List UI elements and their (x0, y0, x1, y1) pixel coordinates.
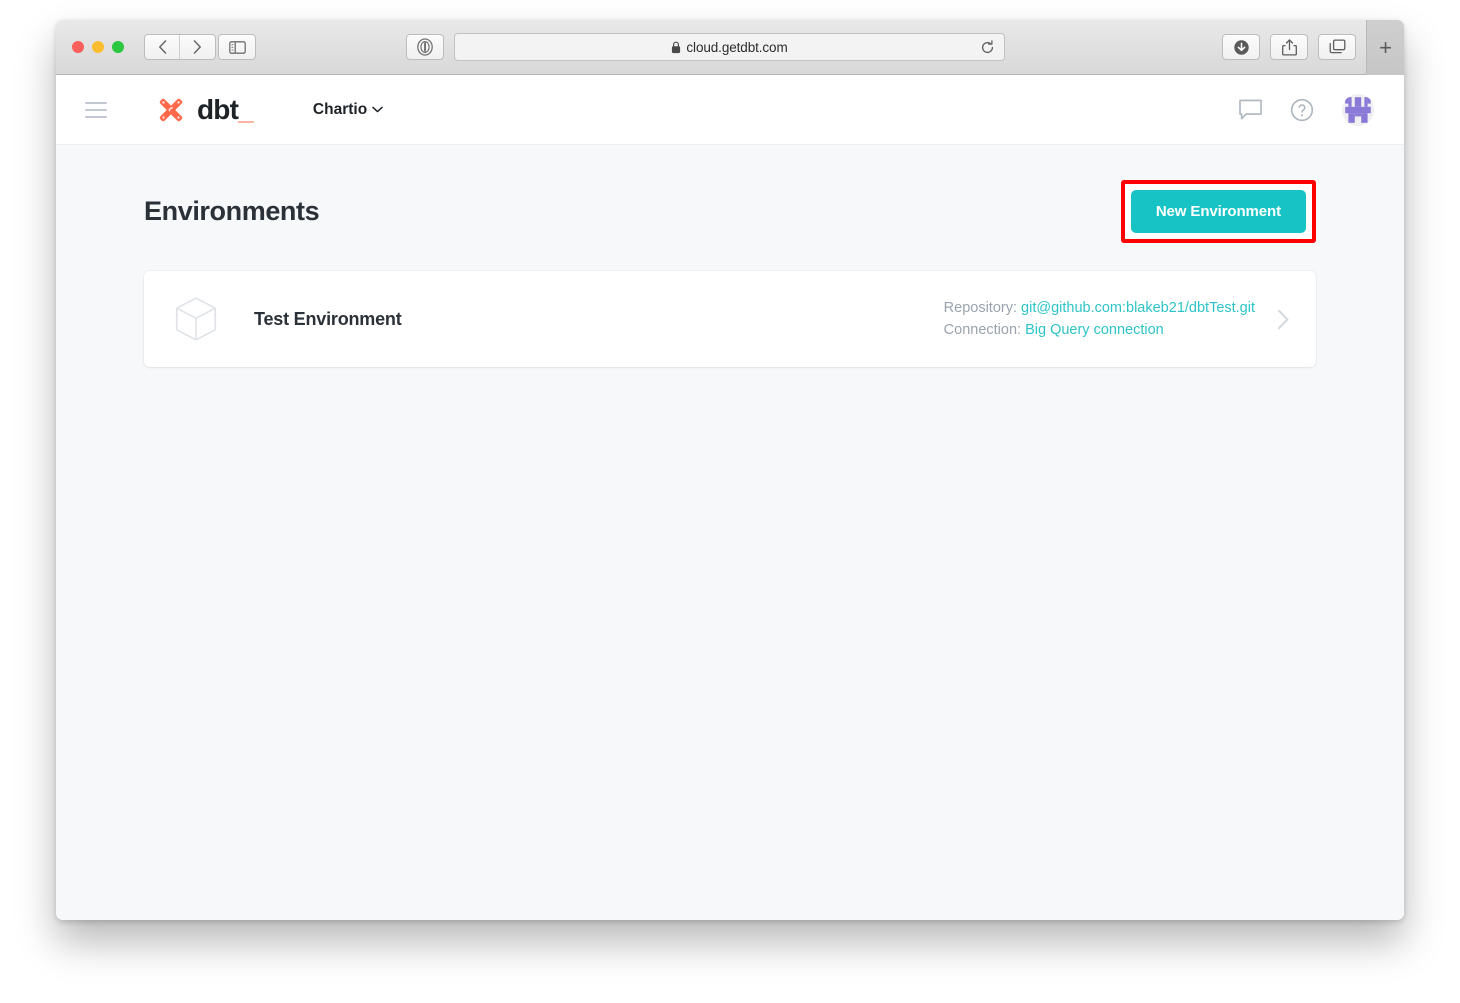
zoom-window-button[interactable] (112, 41, 124, 53)
show-tabs-icon (1329, 39, 1345, 54)
account-switcher[interactable]: Chartio (313, 101, 383, 119)
chat-bubble-icon (1239, 99, 1262, 119)
environment-meta: Repository: git@github.com:blakeb21/dbtT… (944, 297, 1255, 342)
new-tab-button[interactable]: + (1366, 20, 1404, 75)
new-tab-label: + (1379, 34, 1392, 60)
connection-row: Connection: Big Query connection (944, 319, 1255, 341)
window-traffic-lights (72, 41, 124, 53)
logo-word: dbt (197, 93, 239, 125)
help-circle-icon (1290, 98, 1314, 121)
browser-toolbar: cloud.getdbt.com + (56, 20, 1404, 75)
share-icon (1281, 38, 1297, 56)
share-button[interactable] (1270, 34, 1308, 60)
logo-underscore: _ (238, 93, 254, 125)
sidebar-toggle-icon (228, 40, 246, 54)
reader-view-icon (417, 38, 433, 56)
chevron-right-icon (193, 40, 201, 54)
chevron-left-icon (158, 40, 166, 54)
address-bar[interactable]: cloud.getdbt.com (454, 33, 1005, 61)
chevron-right-icon[interactable] (1277, 309, 1290, 330)
hamburger-bar (85, 108, 107, 111)
forward-button[interactable] (180, 35, 215, 59)
dbt-logo-link[interactable]: dbt_ (155, 93, 254, 126)
dbt-logo-text: dbt_ (197, 93, 254, 125)
chevron-down-icon (372, 106, 383, 113)
reader-view-button[interactable] (406, 34, 444, 60)
sidebar-toggle-button[interactable] (218, 34, 256, 60)
connection-label: Connection: (943, 322, 1022, 338)
page-header: Environments New Environment (144, 145, 1316, 243)
close-window-button[interactable] (72, 41, 84, 53)
address-content: cloud.getdbt.com (671, 39, 788, 55)
repository-label: Repository: (943, 299, 1017, 316)
help-button[interactable] (1290, 98, 1314, 122)
repository-row: Repository: git@github.com:blakeb21/dbtT… (944, 297, 1255, 319)
connection-value[interactable]: Big Query connection (1025, 322, 1164, 338)
hamburger-bar (85, 101, 107, 104)
dbt-logo-icon (159, 98, 183, 121)
hamburger-bar (85, 115, 107, 118)
page-title: Environments (144, 196, 320, 226)
app-header: dbt_ Chartio (56, 75, 1404, 145)
cube-icon (175, 297, 217, 341)
header-actions (1239, 93, 1374, 126)
page-body: Environments New Environment Test Enviro… (56, 145, 1404, 920)
show-tabs-button[interactable] (1318, 34, 1356, 60)
reload-icon (981, 39, 993, 53)
new-environment-button[interactable]: New Environment (1130, 190, 1306, 233)
repository-value[interactable]: git@github.com:blakeb21/dbtTest.git (1021, 300, 1255, 316)
navigation-buttons (144, 34, 216, 60)
downloads-button[interactable] (1222, 34, 1260, 60)
user-avatar-identicon[interactable] (1342, 93, 1374, 126)
hamburger-menu-icon[interactable] (85, 101, 107, 118)
environment-name: Test Environment (254, 308, 402, 329)
reload-button[interactable] (978, 38, 996, 56)
back-button[interactable] (145, 35, 181, 59)
minimize-window-button[interactable] (92, 41, 104, 53)
url-text: cloud.getdbt.com (686, 39, 788, 55)
environment-list-item[interactable]: Test Environment Repository: git@github.… (144, 271, 1316, 367)
browser-window: cloud.getdbt.com + dbt_ Chartio Environm… (56, 20, 1404, 920)
new-environment-highlight: New Environment (1120, 180, 1316, 243)
downloads-icon (1233, 39, 1249, 55)
account-name: Chartio (312, 100, 368, 118)
lock-icon (672, 41, 681, 53)
feedback-button[interactable] (1239, 99, 1262, 121)
